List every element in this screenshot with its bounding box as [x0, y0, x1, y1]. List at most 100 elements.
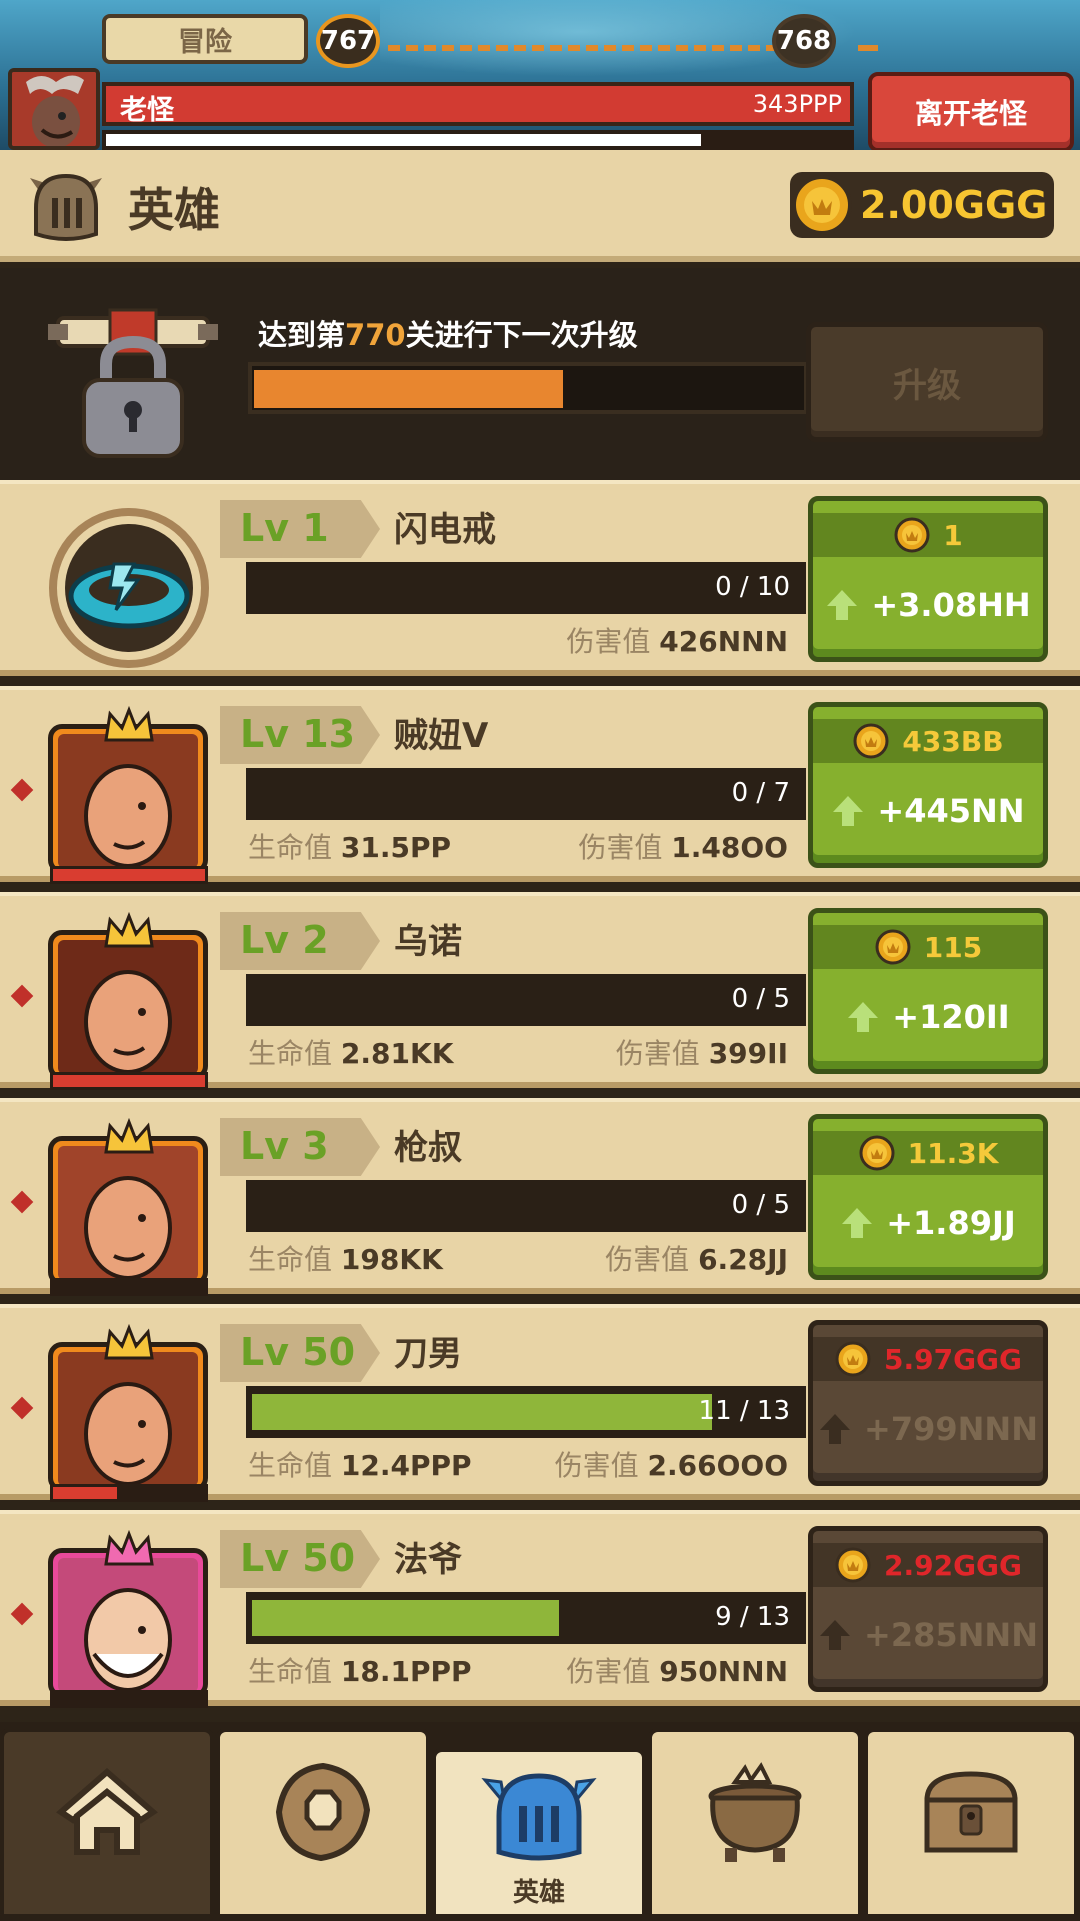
- settings-nut-icon: [275, 1762, 371, 1862]
- level-up-gain: +3.08HH: [813, 565, 1043, 645]
- crown-icon: [104, 1118, 154, 1154]
- dmg-label: 伤害值: [566, 625, 651, 658]
- level-up-cost-value: 2.92GGG: [883, 1548, 1023, 1582]
- nav-settings[interactable]: [216, 1728, 430, 1918]
- hero-level-progress-text: 0 / 5: [731, 984, 790, 1014]
- hero-level: Lv 3: [240, 1124, 329, 1168]
- row-marker-icon: [10, 1190, 34, 1214]
- hero-level-progress: 0 / 5: [246, 1180, 806, 1232]
- crown-icon: [104, 912, 154, 948]
- level-tag: Lv 3: [220, 1118, 380, 1176]
- unlock-stage: 770: [345, 318, 406, 352]
- hero-row: Lv 50 刀男 11 / 13 生命值 12.4PPP 伤害值 2.66OOO…: [0, 1304, 1080, 1502]
- hero-face-art: [84, 1588, 172, 1692]
- gold-amount: 2.00GGG: [860, 183, 1048, 227]
- level-tag: Lv 50: [220, 1530, 380, 1588]
- unlock-text-suffix: 关进行下一次升级: [405, 318, 638, 352]
- hero-level-progress: 0 / 7: [246, 768, 806, 820]
- crown-icon: [104, 1530, 154, 1566]
- hero-level-progress: 0 / 5: [246, 974, 806, 1026]
- level-up-cost: 115: [813, 925, 1043, 969]
- hero-level: Lv 50: [240, 1330, 356, 1374]
- hero-stats: 伤害值 426NNN: [248, 620, 788, 660]
- gold-coin-icon: [792, 175, 852, 235]
- boss-portrait: [8, 68, 100, 150]
- hero-row: Lv 50 法爷 9 / 13 生命值 18.1PPP 伤害值 950NNN 2…: [0, 1510, 1080, 1708]
- dmg-label: 伤害值: [578, 831, 663, 864]
- level-up-button[interactable]: 115 +120II: [808, 908, 1048, 1074]
- hero-health-fill: [53, 1487, 117, 1499]
- adventure-tab[interactable]: 冒险: [102, 14, 308, 64]
- row-marker-icon: [10, 1602, 34, 1626]
- stage-path: [388, 45, 778, 51]
- crown-icon: [104, 706, 154, 742]
- hero-health-bar: [50, 1484, 208, 1502]
- dmg-label: 伤害值: [566, 1655, 651, 1688]
- level-up-gain-value: +285NNN: [864, 1616, 1038, 1654]
- dmg-label: 伤害值: [605, 1243, 690, 1276]
- unlock-progress-bar: [248, 362, 808, 414]
- nav-treasure[interactable]: [864, 1728, 1078, 1918]
- crown-icon: [104, 1324, 154, 1360]
- level-tag: Lv 50: [220, 1324, 380, 1382]
- hero-gun-uncle: [44, 1118, 214, 1296]
- nav-home[interactable]: [0, 1728, 214, 1918]
- nav-cauldron[interactable]: [648, 1728, 862, 1918]
- level-up-button[interactable]: 1 +3.08HH: [808, 496, 1048, 662]
- level-up-gain: +285NNN: [813, 1595, 1043, 1675]
- portrait-face: [58, 1352, 198, 1486]
- hero-face-art: [84, 1176, 172, 1280]
- portrait-face: [58, 734, 198, 868]
- hero-level: Lv 2: [240, 918, 329, 962]
- page-title: 英雄: [128, 183, 220, 237]
- hp-value: 12.4PPP: [340, 1449, 472, 1482]
- hero-blade-man: [44, 1324, 214, 1502]
- level-up-button[interactable]: 2.92GGG +285NNN: [808, 1526, 1048, 1692]
- boss-timer-fill: [106, 134, 702, 146]
- boss-name: 老怪: [120, 95, 174, 126]
- hero-level-progress: 9 / 13: [246, 1592, 806, 1644]
- level-up-button[interactable]: 433BB +445NN: [808, 702, 1048, 868]
- up-arrow-icon: [820, 1414, 851, 1444]
- battle-bar: 冒险 767 768 老怪 343PPP 离开老怪: [0, 0, 1080, 150]
- hero-name: 闪电戒: [394, 510, 496, 550]
- level-up-cost: 2.92GGG: [813, 1543, 1043, 1587]
- hero-hp: 生命值 31.5PP: [248, 826, 451, 866]
- hero-row: Lv 3 枪叔 0 / 5 生命值 198KK 伤害值 6.28JJ 11.3K: [0, 1098, 1080, 1296]
- heroes-header: 英雄 2.00GGG: [0, 150, 1080, 262]
- up-arrow-icon: [833, 796, 864, 826]
- level-up-cost-value: 433BB: [902, 724, 1004, 758]
- gold-coin-icon: [894, 517, 930, 553]
- level-up-gain-value: +3.08HH: [871, 586, 1031, 624]
- hero-name: 刀男: [394, 1334, 462, 1374]
- hero-damage: 伤害值 399II: [616, 1032, 788, 1072]
- hero-wizard: [44, 1530, 214, 1708]
- hp-label: 生命值: [248, 1655, 333, 1688]
- hp-label: 生命值: [248, 831, 333, 864]
- hero-name: 贼妞V: [394, 716, 489, 756]
- dmg-label: 伤害值: [554, 1449, 639, 1482]
- level-up-button[interactable]: 5.97GGG +799NNN: [808, 1320, 1048, 1486]
- boss-hp-value: 343PPP: [752, 90, 842, 118]
- level-up-gain-value: +799NNN: [864, 1410, 1038, 1448]
- level-up-cost-value: 1: [943, 518, 963, 552]
- nav-heroes[interactable]: 英雄: [432, 1748, 646, 1918]
- hero-level-progress-text: 0 / 10: [715, 572, 790, 602]
- hero-name: 枪叔: [394, 1128, 462, 1168]
- boss-hp-bar: 老怪 343PPP: [102, 82, 854, 126]
- hero-helmet-icon: [481, 1773, 597, 1861]
- hp-label: 生命值: [248, 1037, 333, 1070]
- gold-coin-icon: [859, 1135, 895, 1171]
- hero-name: 法爷: [394, 1540, 462, 1580]
- hp-label: 生命值: [248, 1243, 333, 1276]
- cauldron-icon: [708, 1762, 802, 1862]
- upgrade-button[interactable]: 升级: [806, 322, 1048, 442]
- level-up-button[interactable]: 11.3K +1.89JJ: [808, 1114, 1048, 1280]
- hero-stats: 生命值 2.81KK 伤害值 399II: [248, 1032, 788, 1072]
- hero-row: Lv 1 闪电戒 0 / 10 伤害值 426NNN 1 +3.08HH: [0, 480, 1080, 676]
- portrait-face: [58, 1146, 198, 1280]
- dmg-value: 1.48OO: [671, 831, 788, 864]
- leave-boss-button[interactable]: 离开老怪: [868, 72, 1074, 150]
- lightning-ring-icon: [49, 508, 209, 668]
- hero-hp: 生命值 2.81KK: [248, 1032, 453, 1072]
